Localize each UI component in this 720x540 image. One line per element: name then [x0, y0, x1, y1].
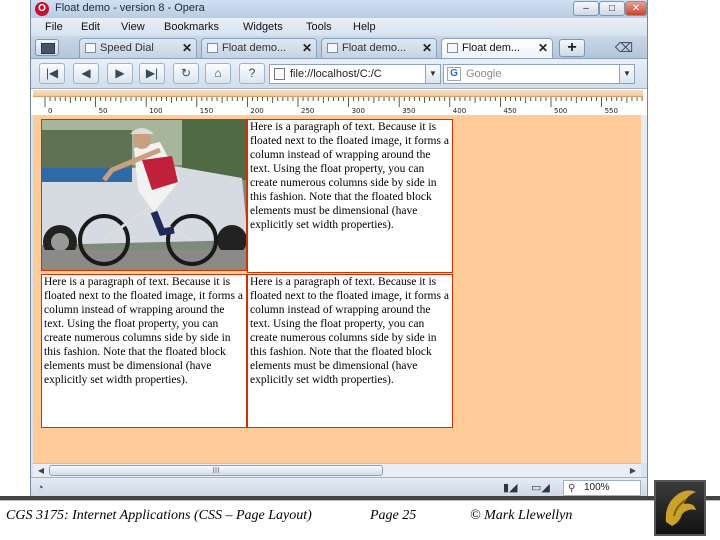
page-icon — [274, 68, 285, 80]
menu-help[interactable]: Help — [353, 21, 376, 33]
page-icon — [447, 43, 458, 53]
tab-bar: Speed Dial ✕ Float demo... ✕ Float demo.… — [31, 36, 647, 59]
wand-icon: ? — [248, 66, 256, 80]
scroll-right-icon[interactable]: ▶ — [627, 465, 639, 476]
image-toggle-icon[interactable]: ▭◢ — [531, 481, 550, 494]
search-placeholder: Google — [466, 68, 502, 80]
close-icon[interactable]: ✕ — [538, 39, 548, 57]
transfer-icon[interactable]: ▮◢ — [503, 481, 518, 494]
cyclist-photo — [41, 119, 247, 271]
zoom-value: 100% — [584, 482, 610, 493]
menu-view[interactable]: View — [121, 21, 145, 33]
floated-column-3: Here is a paragraph of text. Because it … — [247, 274, 453, 428]
footer-divider-thin — [0, 500, 720, 501]
back-arrow-icon: ◀ — [81, 66, 91, 80]
ruler-label: 450 — [503, 107, 516, 115]
scroll-left-icon[interactable]: ◀ — [35, 465, 47, 476]
page-viewport[interactable]: Here is a paragraph of text. Because it … — [33, 115, 641, 463]
forward-button[interactable]: ▶ — [107, 63, 133, 84]
menu-edit[interactable]: Edit — [81, 21, 100, 33]
tab-float-demo-2[interactable]: Float demo... ✕ — [321, 38, 437, 58]
home-button[interactable]: ⌂ — [205, 63, 231, 84]
page-icon — [327, 43, 338, 53]
home-icon: ⌂ — [214, 66, 222, 80]
ruler-label: 250 — [301, 107, 314, 115]
course-title: CGS 3175: Internet Applications (CSS – P… — [6, 508, 312, 523]
reload-icon: ↻ — [180, 66, 192, 80]
close-icon[interactable]: ✕ — [302, 39, 312, 57]
close-icon[interactable]: ✕ — [422, 39, 432, 57]
ruler-scale: 0 50 100 150 200 250 300 350 400 450 500 550 — [31, 97, 647, 115]
search-input[interactable]: G Google — [443, 64, 635, 84]
ruler-label: 500 — [554, 107, 567, 115]
trash-icon[interactable]: ⌫ — [613, 39, 635, 57]
address-dropdown-button[interactable]: ▼ — [425, 64, 441, 84]
new-tab-button[interactable]: + — [559, 39, 585, 57]
fast-forward-icon: ▶| — [145, 66, 159, 80]
close-icon[interactable]: ✕ — [182, 39, 192, 57]
minimize-button[interactable]: – — [573, 1, 599, 16]
tab-label: Float demo... — [222, 42, 287, 54]
floated-column-1: Here is a paragraph of text. Because it … — [247, 119, 453, 273]
speed-dial-icon — [85, 43, 96, 53]
panel-toggle-button[interactable] — [35, 39, 59, 56]
ruler-label: 550 — [605, 107, 618, 115]
back-button[interactable]: ◀ — [73, 63, 99, 84]
opera-logo-icon: O — [35, 2, 49, 16]
tab-speed-dial[interactable]: Speed Dial ✕ — [79, 38, 197, 58]
google-icon: G — [447, 67, 461, 81]
tab-float-demo-1[interactable]: Float demo... ✕ — [201, 38, 317, 58]
pixel-ruler: 0 50 100 150 200 250 300 350 400 450 500 550 — [31, 89, 647, 115]
browser-window: O Float demo - version 8 - Opera – □ ✕ F… — [30, 0, 648, 497]
copyright: © Mark Llewellyn — [470, 508, 573, 523]
wand-button[interactable]: ? — [239, 63, 265, 84]
paragraph-text: Here is a paragraph of text. Because it … — [250, 276, 449, 386]
scroll-thumb[interactable]: III — [49, 465, 383, 476]
status-bar: ◔ ▮◢ ▭◢ ⚲ 100% — [31, 477, 647, 497]
navigation-bar: |◀ ◀ ▶ ▶| ↻ ⌂ ? file://localhost/C:/C ▼ … — [31, 59, 647, 89]
page-icon — [207, 43, 218, 53]
ruler-label: 200 — [250, 107, 263, 115]
ucf-pegasus-logo — [654, 480, 706, 536]
ruler-label: 300 — [352, 107, 365, 115]
ruler-label: 0 — [48, 107, 52, 115]
ruler-label: 350 — [402, 107, 415, 115]
fast-forward-button[interactable]: ▶| — [139, 63, 165, 84]
menu-file[interactable]: File — [45, 21, 63, 33]
search-dropdown-button[interactable]: ▼ — [619, 64, 635, 84]
reload-button[interactable]: ↻ — [173, 63, 199, 84]
zoom-control[interactable]: ⚲ 100% — [563, 480, 641, 496]
tab-float-demo-active[interactable]: Float dem... ✕ — [441, 38, 553, 58]
paragraph-text: Here is a paragraph of text. Because it … — [44, 276, 243, 386]
magnifier-icon: ⚲ — [568, 483, 576, 494]
window-title: Float demo - version 8 - Opera — [55, 2, 205, 14]
menu-tools[interactable]: Tools — [306, 21, 332, 33]
tab-label: Float dem... — [462, 42, 521, 54]
forward-arrow-icon: ▶ — [115, 66, 125, 80]
slide: O Float demo - version 8 - Opera – □ ✕ F… — [0, 0, 720, 540]
tab-label: Speed Dial — [100, 42, 154, 54]
address-value: file://localhost/C:/C — [290, 68, 382, 80]
menu-bookmarks[interactable]: Bookmarks — [164, 21, 219, 33]
ruler-label: 50 — [99, 107, 108, 115]
paragraph-text: Here is a paragraph of text. Because it … — [250, 121, 449, 231]
vertical-scrollbar[interactable] — [641, 115, 647, 463]
horizontal-scrollbar[interactable]: ◀ III ▶ — [33, 463, 641, 477]
menu-widgets[interactable]: Widgets — [243, 21, 283, 33]
address-field[interactable]: file://localhost/C:/C — [269, 64, 441, 84]
rewind-button[interactable]: |◀ — [39, 63, 65, 84]
rewind-icon: |◀ — [45, 66, 59, 80]
page-number: Page 25 — [370, 508, 417, 523]
tab-label: Float demo... — [342, 42, 407, 54]
ruler-label: 100 — [149, 107, 162, 115]
ruler-highlight — [33, 90, 643, 97]
close-button[interactable]: ✕ — [625, 1, 647, 16]
ruler-label: 150 — [200, 107, 213, 115]
title-bar: O Float demo - version 8 - Opera – □ ✕ — [31, 0, 647, 18]
maximize-button[interactable]: □ — [599, 1, 625, 16]
speedometer-icon[interactable]: ◔ — [37, 481, 51, 495]
menu-bar: File Edit View Bookmarks Widgets Tools H… — [31, 18, 647, 36]
floated-column-2: Here is a paragraph of text. Because it … — [41, 274, 247, 428]
ruler-label: 400 — [453, 107, 466, 115]
